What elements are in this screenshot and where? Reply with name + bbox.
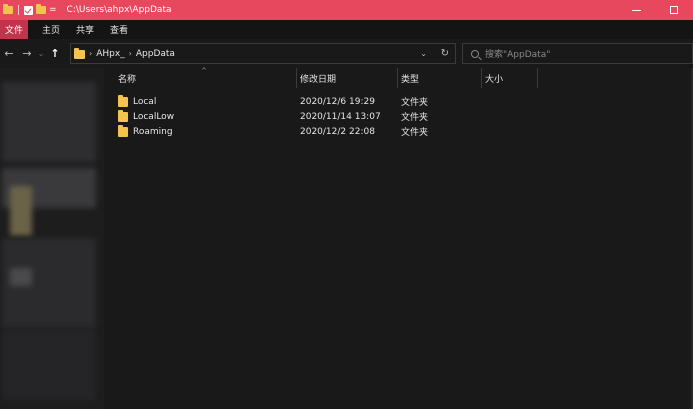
file-name: Roaming	[133, 126, 173, 137]
file-name: LocalLow	[133, 111, 175, 122]
column-header-size[interactable]: 大小	[481, 68, 536, 88]
minimize-icon	[631, 9, 641, 11]
folder-icon	[74, 48, 85, 59]
file-name-cell: Local	[118, 94, 156, 109]
minimize-button[interactable]	[617, 0, 655, 20]
file-type: 文件夹	[401, 128, 429, 138]
quick-access-toolbar: =	[0, 0, 57, 20]
column-header-date[interactable]: 修改日期	[296, 68, 396, 88]
back-button[interactable]: ←	[0, 44, 18, 64]
table-row[interactable]: Local 2020/12/6 19:29 文件夹	[104, 94, 693, 109]
folder-icon	[118, 109, 128, 122]
file-name-cell: Roaming	[118, 124, 173, 139]
recent-locations-button[interactable]: ⌄	[36, 44, 46, 64]
file-list: ^ 名称 修改日期 类型 大小 Local 2020/12/6 19:29 文件…	[104, 67, 693, 409]
tab-view[interactable]: 查看	[102, 20, 136, 39]
table-row[interactable]: LocalLow 2020/11/14 13:07 文件夹	[104, 109, 693, 124]
nav-pane-blurred-content	[2, 330, 96, 400]
navigation-bar: ← → ⌄ ↑ › AHpx_ › AppData ⌄ ↻ 搜索"AppData…	[0, 39, 693, 68]
properties-icon[interactable]	[24, 5, 33, 15]
arrow-left-icon: ←	[4, 47, 14, 60]
window-title: C:\Users\ahpx\AppData	[66, 5, 172, 15]
chevron-down-icon: ⌄	[37, 49, 45, 58]
search-icon	[471, 49, 479, 58]
arrow-up-icon: ↑	[50, 47, 60, 60]
ribbon-tabs: 文件 主页 共享 查看	[0, 20, 693, 39]
file-name-cell: LocalLow	[118, 109, 174, 124]
nav-pane-blurred-content	[2, 82, 96, 162]
column-headers: ^ 名称 修改日期 类型 大小	[104, 67, 693, 88]
column-header-type[interactable]: 类型	[397, 68, 481, 88]
file-type: 文件夹	[401, 113, 429, 123]
refresh-icon[interactable]: ↻	[441, 48, 449, 59]
file-date: 2020/12/2 22:08	[300, 126, 375, 137]
breadcrumb-appdata[interactable]: AppData	[136, 49, 175, 59]
folder-icon	[118, 124, 128, 137]
window-controls	[617, 0, 693, 20]
file-type: 文件夹	[401, 98, 429, 108]
breadcrumb-separator-icon[interactable]: ›	[89, 49, 92, 58]
title-bar: = C:\Users\ahpx\AppData	[0, 0, 693, 20]
tab-home[interactable]: 主页	[34, 20, 68, 39]
search-placeholder: 搜索"AppData"	[485, 50, 551, 60]
column-header-name[interactable]: 名称	[114, 68, 294, 88]
tab-file[interactable]: 文件	[0, 20, 28, 39]
navigation-pane[interactable]	[0, 68, 104, 409]
up-button[interactable]: ↑	[46, 44, 64, 64]
maximize-icon	[670, 6, 678, 14]
table-row[interactable]: Roaming 2020/12/2 22:08 文件夹	[104, 124, 693, 139]
forward-button[interactable]: →	[18, 44, 36, 64]
new-folder-icon[interactable]	[36, 4, 46, 14]
folder-icon	[3, 4, 13, 14]
folder-icon	[118, 94, 128, 107]
address-dropdown-icon[interactable]: ⌄	[420, 49, 427, 58]
breadcrumb-user[interactable]: AHpx_	[96, 49, 124, 59]
file-rows: Local 2020/12/6 19:29 文件夹 LocalLow 2020/…	[104, 94, 693, 139]
address-bar[interactable]: › AHpx_ › AppData ⌄ ↻	[70, 43, 456, 64]
column-divider[interactable]	[537, 68, 538, 88]
breadcrumb-separator-icon[interactable]: ›	[129, 49, 132, 58]
toolbar-divider	[18, 5, 19, 15]
nav-pane-blurred-content	[10, 268, 32, 286]
file-date: 2020/12/6 19:29	[300, 96, 375, 107]
file-name: Local	[133, 96, 157, 107]
file-date: 2020/11/14 13:07	[300, 111, 381, 122]
maximize-button[interactable]	[655, 0, 693, 20]
nav-pane-blurred-content	[10, 186, 32, 236]
tab-share[interactable]: 共享	[68, 20, 102, 39]
search-input[interactable]: 搜索"AppData"	[462, 43, 693, 64]
customize-toolbar-icon[interactable]: =	[49, 5, 57, 15]
arrow-right-icon: →	[22, 47, 32, 60]
